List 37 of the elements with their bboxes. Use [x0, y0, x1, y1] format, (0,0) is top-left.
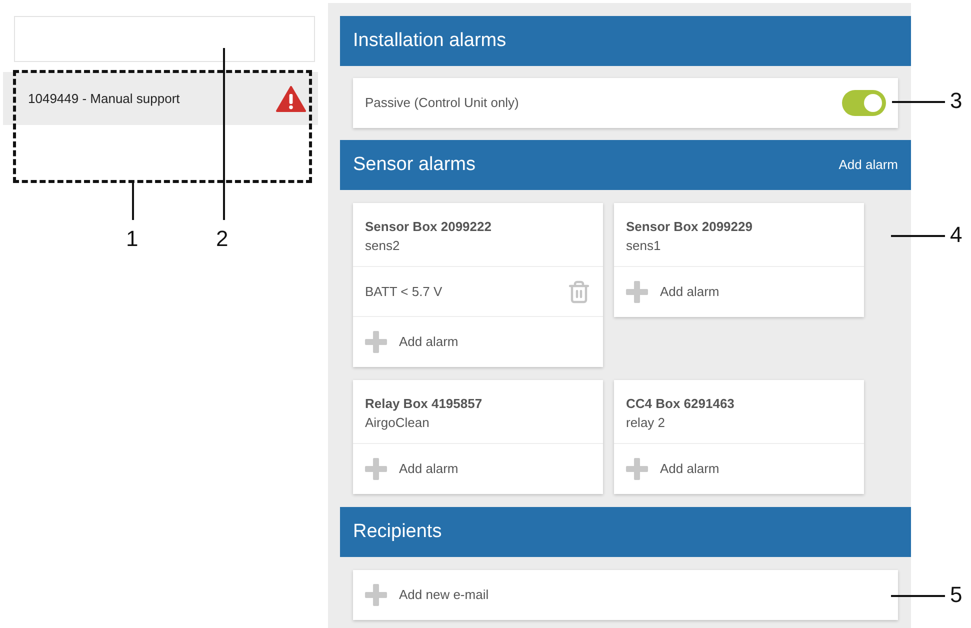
search-field[interactable]	[14, 16, 315, 62]
plus-icon	[365, 331, 387, 353]
leader-line	[891, 235, 945, 237]
add-email-button[interactable]: Add new e-mail	[353, 570, 898, 620]
callout-number: 4	[950, 222, 962, 248]
add-alarm-link[interactable]: Add alarm	[838, 155, 898, 175]
add-alarm-button[interactable]: Add alarm	[614, 267, 864, 317]
plus-icon	[365, 458, 387, 480]
callout-number: 2	[216, 226, 228, 252]
device-title: Relay Box 4195857	[365, 395, 484, 413]
device-title: Sensor Box 2099222	[365, 218, 492, 236]
alarm-label: BATT < 5.7 V	[365, 282, 442, 301]
callout-number: 1	[126, 226, 138, 252]
callout-number: 5	[950, 582, 962, 608]
section-title: Recipients	[353, 520, 442, 544]
leader-line	[132, 183, 134, 220]
option-label: Passive (Control Unit only)	[365, 94, 519, 112]
list-item[interactable]: 1049449 - Manual support	[3, 72, 318, 125]
leader-line	[892, 101, 945, 103]
device-title: Sensor Box 2099229	[626, 218, 754, 236]
toggle-switch[interactable]	[842, 90, 886, 116]
trash-icon[interactable]	[567, 280, 591, 304]
add-alarm-button[interactable]: Add alarm	[353, 444, 603, 494]
device-subtitle: AirgoClean	[365, 414, 430, 432]
device-subtitle: relay 2	[626, 414, 666, 432]
section-title: Installation alarms	[353, 28, 506, 53]
add-alarm-button[interactable]: Add alarm	[614, 444, 864, 494]
section-title: Sensor alarms	[353, 152, 476, 177]
leader-line	[891, 595, 945, 597]
device-subtitle: sens2	[365, 237, 401, 255]
plus-icon	[365, 584, 387, 606]
device-subtitle: sens1	[626, 237, 662, 255]
plus-icon	[626, 281, 648, 303]
callout-number: 3	[950, 88, 962, 114]
plus-icon	[626, 458, 648, 480]
device-title: CC4 Box 6291463	[626, 395, 736, 413]
add-alarm-button[interactable]: Add alarm	[353, 317, 603, 367]
